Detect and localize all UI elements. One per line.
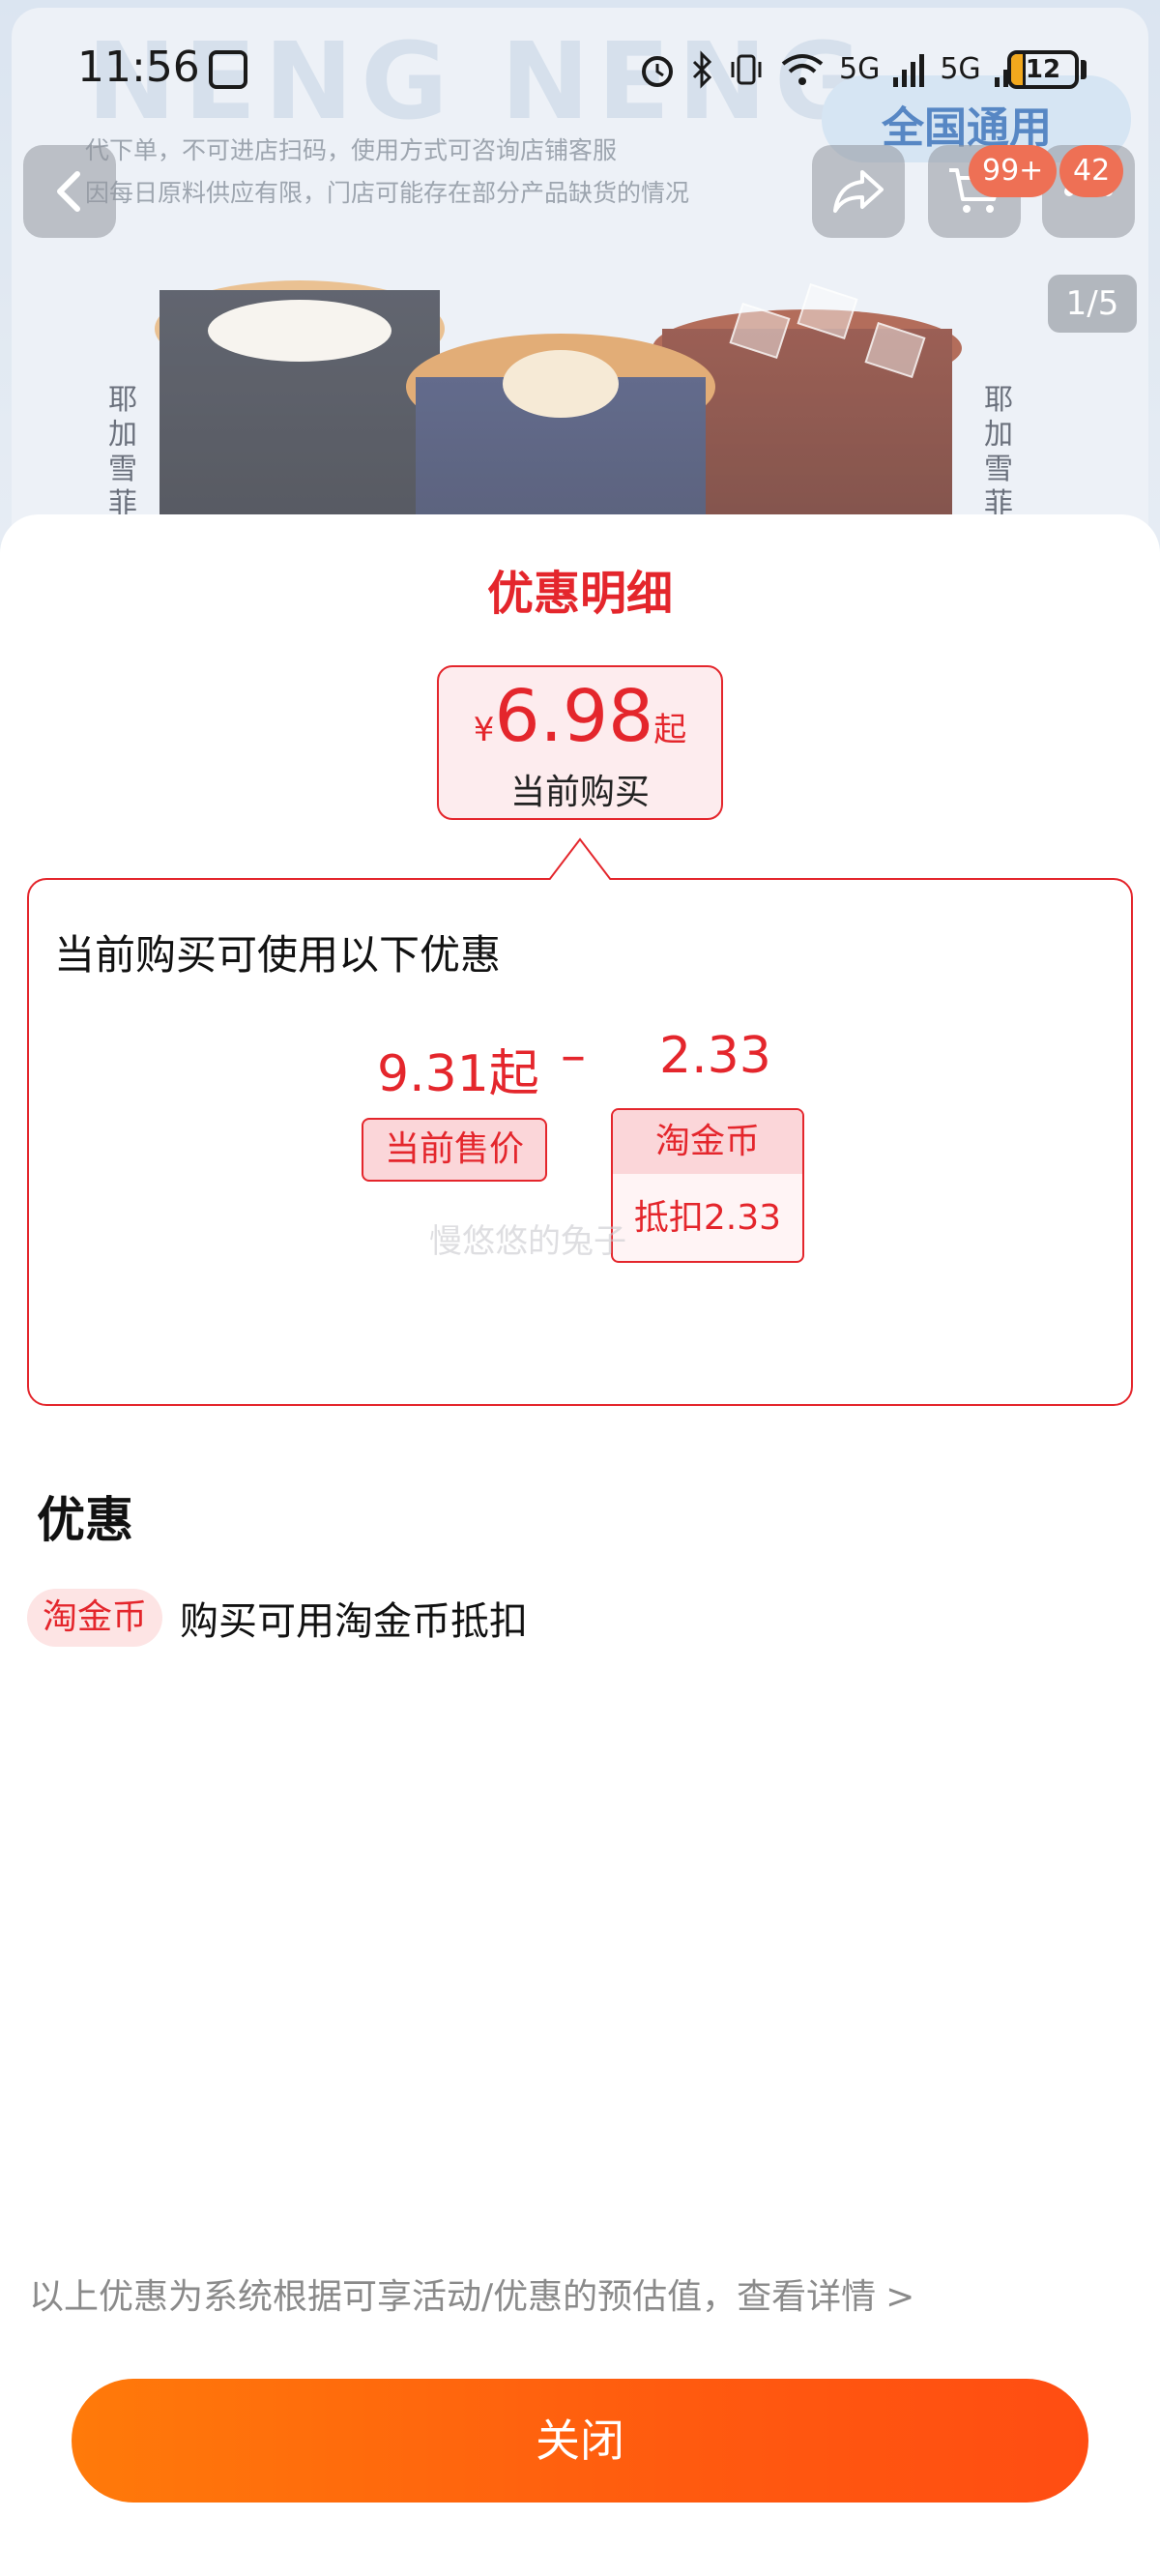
wifi-icon (781, 54, 824, 85)
network-1-label: 5G (839, 52, 881, 86)
sheet-title: 优惠明细 (486, 567, 673, 621)
price-suffix: 起 (653, 711, 687, 749)
status-time: 11:56 (77, 43, 200, 92)
vibrate-icon (731, 54, 762, 85)
current-price-line: ¥6.98起 (439, 675, 721, 758)
minus-sign: – (561, 1027, 586, 1085)
price-amount: 6.98 (494, 675, 654, 758)
status-bar: 11:56 5G 5G 12 (0, 0, 1160, 135)
battery-label: 12 (1025, 55, 1061, 84)
user-watermark: 慢悠悠的兔子 (429, 1222, 626, 1261)
offer-description: 购买可用淘金币抵扣 (180, 1599, 529, 1644)
discount-value: 2.33 (659, 1027, 771, 1085)
network-2-label: 5G (940, 52, 981, 86)
battery-cap (1081, 60, 1087, 79)
signal-icon (893, 54, 925, 87)
bluetooth-icon (692, 50, 712, 89)
pointer-caret (549, 837, 611, 880)
current-purchase-label: 当前购买 (509, 773, 650, 812)
discount-breakdown-box: 当前购买可使用以下优惠 9.31起 – 2.33 当前售价 淘金币 抵扣2.33… (27, 878, 1133, 1406)
taojinbi-deduction-value: 抵扣2.33 (633, 1198, 782, 1238)
battery-icon: 12 (1007, 50, 1079, 89)
current-sale-price-value: 9.31起 (377, 1045, 539, 1103)
offer-item: 淘金币 购买可用淘金币抵扣 (27, 1586, 528, 1650)
taojinbi-deduction-box: 淘金币 抵扣2.33 (611, 1108, 804, 1263)
breakdown-title: 当前购买可使用以下优惠 (54, 931, 502, 979)
footnote-text: 以上优惠为系统根据可享活动/优惠的预估值，查看详情 (29, 2277, 877, 2317)
discount-detail-sheet: 优惠明细 ¥6.98起 当前购买 当前购买可使用以下优惠 9.31起 – 2.3… (0, 514, 1160, 2576)
taojinbi-label: 淘金币 (613, 1110, 802, 1174)
chevron-right-icon: > (885, 2277, 915, 2317)
current-sale-price-tag: 当前售价 (362, 1118, 547, 1182)
offers-section-title: 优惠 (37, 1492, 133, 1548)
view-details-link[interactable]: 以上优惠为系统根据可享活动/优惠的预估值，查看详情 > (29, 2269, 914, 2319)
close-button[interactable]: 关闭 (72, 2379, 1088, 2503)
current-purchase-price-box: ¥6.98起 当前购买 (437, 665, 723, 820)
nfc-icon (209, 50, 247, 89)
offer-tag: 淘金币 (27, 1589, 163, 1647)
currency-symbol: ¥ (473, 711, 495, 749)
status-icons: 5G 5G (638, 46, 1028, 93)
alarm-icon (642, 56, 673, 87)
